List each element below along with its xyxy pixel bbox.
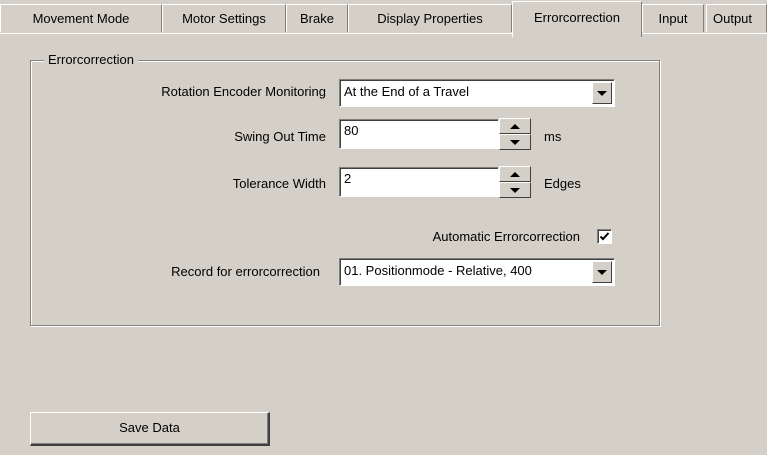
swing-out-time-label: Swing Out Time [234,129,326,144]
tab-output[interactable]: Output [706,4,767,32]
chevron-down-icon[interactable] [592,82,612,104]
swing-out-time-value: 80 [344,123,359,138]
rotation-encoder-value: At the End of a Travel [344,84,470,99]
record-select[interactable]: 01. Positionmode - Relative, 400 [339,258,615,286]
tab-movement-mode[interactable]: Movement Mode [0,4,162,32]
spin-up-icon[interactable] [499,118,531,134]
record-label: Record for errorcorrection [171,264,320,279]
chevron-down-icon[interactable] [592,261,612,283]
tolerance-width-spinner[interactable] [499,166,531,198]
checkmark-icon [599,232,610,241]
automatic-errorcorrection-label: Automatic Errorcorrection [432,229,580,244]
tab-motor-settings[interactable]: Motor Settings [162,4,286,32]
tab-brake[interactable]: Brake [286,4,348,32]
rotation-encoder-label: Rotation Encoder Monitoring [161,84,326,99]
automatic-errorcorrection-checkbox[interactable] [597,229,612,244]
tolerance-width-label: Tolerance Width [232,176,326,191]
spin-down-icon[interactable] [499,182,531,198]
save-data-button[interactable]: Save Data [30,412,270,446]
record-value: 01. Positionmode - Relative, 400 [344,263,532,278]
group-title: Errorcorrection [44,52,138,67]
tab-display-properties[interactable]: Display Properties [348,4,512,32]
tab-bar: Movement Mode Motor Settings Brake Displ… [0,0,767,38]
swing-out-time-spinner[interactable] [499,118,531,150]
tolerance-width-unit: Edges [544,176,581,191]
swing-out-time-input[interactable]: 80 [339,119,499,149]
spin-down-icon[interactable] [499,134,531,150]
tab-errorcorrection[interactable]: Errorcorrection [512,1,642,37]
swing-out-time-unit: ms [544,129,562,144]
tab-input[interactable]: Input [642,4,704,32]
tolerance-width-input[interactable]: 2 [339,167,499,197]
tab-divider [0,33,767,34]
rotation-encoder-select[interactable]: At the End of a Travel [339,79,615,107]
spin-up-icon[interactable] [499,166,531,182]
tolerance-width-value: 2 [344,171,352,186]
